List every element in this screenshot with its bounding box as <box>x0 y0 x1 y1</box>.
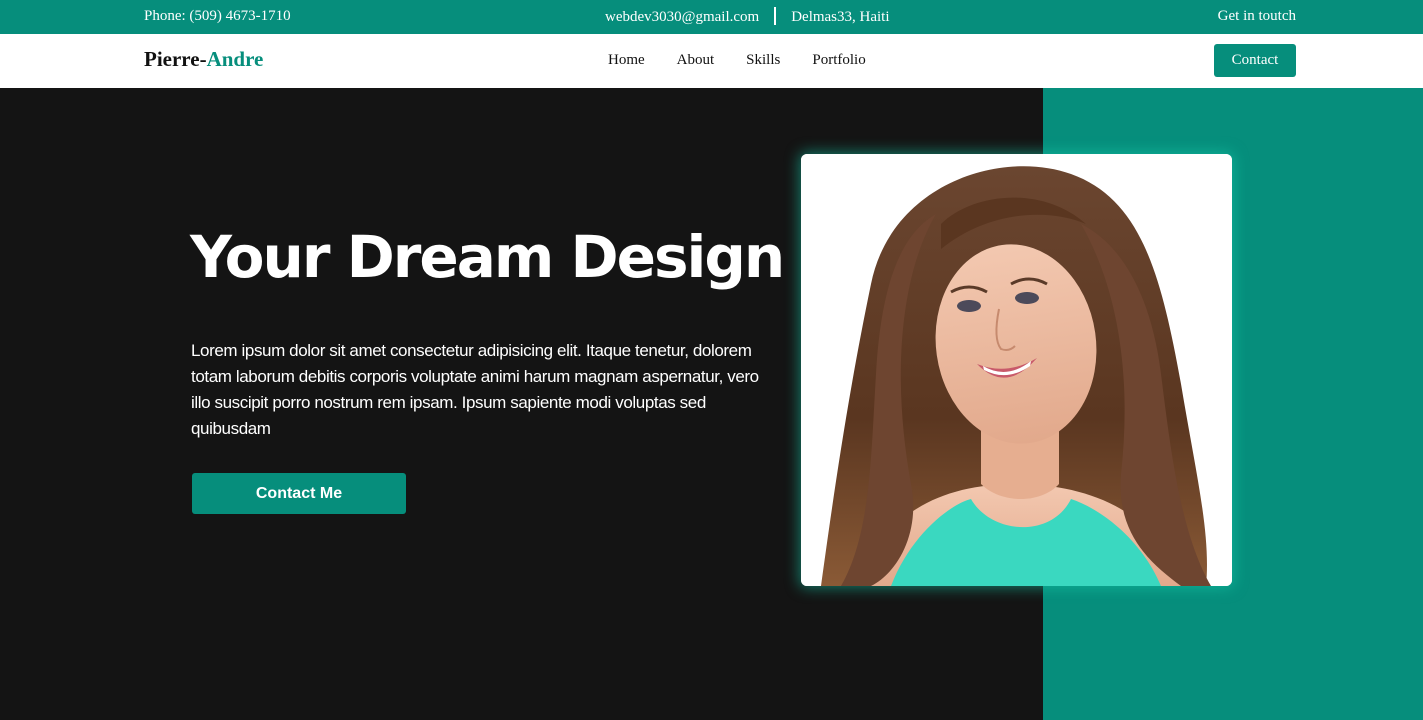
portrait-illustration <box>801 154 1232 586</box>
navbar: Pierre-Andre Home About Skills Portfolio… <box>0 34 1423 88</box>
top-contact-bar: Phone: (509) 4673-1710 webdev3030@gmail.… <box>0 0 1423 34</box>
divider <box>774 7 777 25</box>
brand-first-name: Pierre- <box>144 47 207 71</box>
nav-link-home[interactable]: Home <box>608 52 645 69</box>
location: Delmas33, Haiti <box>791 8 890 25</box>
portrait-photo <box>801 154 1232 586</box>
brand-logo[interactable]: Pierre-Andre <box>144 47 263 72</box>
hero-heading: Your Dream Design <box>190 223 785 291</box>
contact-me-button[interactable]: Contact Me <box>192 473 406 514</box>
hero-section: Your Dream Design Lorem ipsum dolor sit … <box>0 88 1423 720</box>
phone-number: Phone: (509) 4673-1710 <box>144 8 291 24</box>
nav-link-skills[interactable]: Skills <box>746 52 780 69</box>
nav-contact-button[interactable]: Contact <box>1214 44 1296 77</box>
nav-link-portfolio[interactable]: Portfolio <box>812 52 865 69</box>
nav-link-about[interactable]: About <box>677 52 715 69</box>
contact-info-group: webdev3030@gmail.com Delmas33, Haiti <box>605 7 890 26</box>
nav-links: Home About Skills Portfolio <box>608 52 866 69</box>
get-in-touch-link[interactable]: Get in toutch <box>1218 8 1296 25</box>
hero-paragraph: Lorem ipsum dolor sit amet consectetur a… <box>191 341 759 438</box>
email-address[interactable]: webdev3030@gmail.com <box>605 9 759 26</box>
brand-last-name: Andre <box>206 47 264 71</box>
